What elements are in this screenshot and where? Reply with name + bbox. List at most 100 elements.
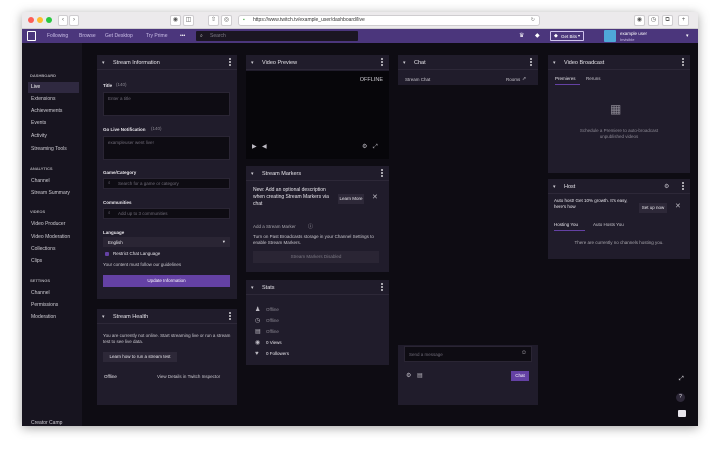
notifications-icon[interactable]: ◆: [535, 32, 540, 39]
panel-menu-icon[interactable]: [682, 58, 684, 66]
stream-health-panel: ▾ Stream Health You are currently not on…: [97, 309, 237, 405]
collapse-caret-icon[interactable]: ▾: [553, 60, 556, 66]
emote-icon[interactable]: ☺: [521, 350, 527, 356]
popout-icon[interactable]: ⇗: [522, 76, 526, 82]
nav-browse[interactable]: Browse: [79, 33, 96, 39]
address-bar[interactable]: ▪ https://www.twitch.tv/example_user/das…: [238, 15, 540, 26]
panel-menu-icon[interactable]: [530, 58, 532, 66]
collapse-caret-icon[interactable]: ▾: [403, 60, 406, 66]
panel-menu-icon[interactable]: [381, 283, 383, 291]
tab-reruns[interactable]: Reruns: [586, 76, 601, 82]
setup-now-button[interactable]: Set up now: [639, 203, 667, 213]
minimize-window-button[interactable]: [37, 17, 43, 23]
nav-following[interactable]: Following: [47, 33, 68, 39]
sidebar-item-moderation[interactable]: Moderation: [28, 312, 79, 323]
sidebar-item-clips[interactable]: Clips: [28, 256, 79, 267]
sidebar-item-channel-analytics[interactable]: Channel: [28, 176, 79, 187]
chat-placeholder: Send a message: [409, 352, 443, 357]
panel-menu-icon[interactable]: [229, 58, 231, 66]
communities-input[interactable]: ⌕ Add up to 3 communities: [103, 208, 230, 219]
collapse-caret-icon[interactable]: ▾: [251, 171, 254, 177]
rooms-button[interactable]: Rooms: [506, 77, 520, 83]
extension-icon[interactable]: ◎: [221, 15, 232, 26]
help-icon[interactable]: ?: [676, 393, 685, 402]
new-tab-button[interactable]: +: [678, 15, 689, 26]
sidebar-item-extensions[interactable]: Extensions: [28, 94, 79, 105]
collapse-caret-icon[interactable]: ▾: [251, 285, 254, 291]
panel-menu-icon[interactable]: [682, 182, 684, 190]
volume-icon[interactable]: ◀: [262, 144, 267, 150]
username[interactable]: example user: [620, 31, 647, 36]
sidebar-item-collections[interactable]: Collections: [28, 244, 79, 255]
user-menu-chevron-icon[interactable]: ▾: [686, 33, 689, 39]
restrict-chat-checkbox[interactable]: [105, 252, 109, 256]
host-settings-gear-icon[interactable]: ⚙: [664, 184, 669, 190]
search-input[interactable]: ⌕ Search: [196, 31, 358, 41]
maximize-window-button[interactable]: [46, 17, 52, 23]
sidebar-item-streaming-tools[interactable]: Streaming Tools: [28, 144, 79, 155]
tab-hosting-you[interactable]: Hosting You: [554, 222, 578, 228]
chat-panel: ▾ Chat Stream Chat Rooms ⇗ Send a messag…: [398, 55, 538, 405]
sidebar-item-video-moderation[interactable]: Video Moderation: [28, 232, 79, 243]
sidebar-item-achievements[interactable]: Achievements: [28, 106, 79, 117]
chat-message-input[interactable]: Send a message ☺: [404, 346, 532, 362]
chat-bubble-icon[interactable]: [678, 410, 686, 417]
premiere-message: Schedule a Premiere to auto-broadcast un…: [579, 128, 659, 139]
reload-icon[interactable]: ↻: [531, 16, 535, 25]
panel-menu-icon[interactable]: [381, 58, 383, 66]
sidebar-item-permissions[interactable]: Permissions: [28, 300, 79, 311]
collapse-caret-icon[interactable]: ▾: [102, 314, 105, 320]
update-information-button[interactable]: Update Information: [103, 275, 230, 287]
title-label: Title: [103, 83, 113, 88]
get-bits-button[interactable]: ◆ Get Bits ▾: [550, 31, 584, 41]
collapse-caret-icon[interactable]: ▾: [553, 184, 556, 190]
close-icon[interactable]: ✕: [675, 203, 681, 210]
title-input[interactable]: Enter a title: [103, 92, 230, 116]
nav-try-prime[interactable]: Try Prime: [146, 33, 167, 39]
viewer-list-icon[interactable]: ▤: [417, 373, 423, 379]
history-icon[interactable]: ◷: [648, 15, 659, 26]
twitch-inspector-link[interactable]: View Details in Twitch Inspector: [157, 374, 220, 380]
forward-button[interactable]: ›: [69, 15, 79, 26]
avatar[interactable]: [604, 30, 616, 42]
panel-menu-icon[interactable]: [381, 169, 383, 177]
sidebar-item-channel-settings[interactable]: Channel: [28, 288, 79, 299]
tabs-icon[interactable]: ⧉: [662, 15, 673, 26]
security-icon[interactable]: ◉: [170, 15, 181, 26]
settings-gear-icon[interactable]: ⚙: [362, 144, 367, 150]
sidebar-item-activity[interactable]: Activity: [28, 131, 79, 142]
reader-icon[interactable]: ◫: [183, 15, 194, 26]
sidebar-item-creator-camp[interactable]: Creator Camp: [28, 418, 79, 426]
chat-send-button[interactable]: Chat: [511, 371, 529, 381]
sidebar-item-stream-summary[interactable]: Stream Summary: [28, 188, 79, 199]
learn-more-button[interactable]: Learn More: [338, 194, 364, 204]
collapse-caret-icon[interactable]: ▾: [251, 60, 254, 66]
tab-premieres[interactable]: Premieres: [555, 76, 576, 82]
layout-expand-icon[interactable]: ⤢: [679, 376, 684, 382]
twitch-logo-icon[interactable]: [27, 31, 36, 41]
game-search-input[interactable]: ⌕ Search for a game or category: [103, 178, 230, 189]
panel-header: ▾ Stream Information: [97, 55, 237, 70]
learn-stream-test-button[interactable]: Learn how to run a stream test: [103, 352, 177, 362]
close-icon[interactable]: ✕: [372, 194, 378, 201]
play-icon[interactable]: ▶: [252, 144, 257, 150]
panel-menu-icon[interactable]: [229, 312, 231, 320]
chat-settings-gear-icon[interactable]: ⚙: [406, 373, 411, 379]
fullscreen-icon[interactable]: ⤢: [373, 144, 378, 150]
crown-icon[interactable]: ♛: [519, 32, 524, 39]
nav-get-desktop[interactable]: Get Desktop: [105, 33, 133, 39]
notification-input[interactable]: exampleuser went live!: [103, 136, 230, 160]
tab-auto-hosts-you[interactable]: Auto Hosts You: [593, 222, 624, 228]
back-button[interactable]: ‹: [58, 15, 68, 26]
close-window-button[interactable]: [28, 17, 34, 23]
video-player[interactable]: OFFLINE ▶ ◀ ⚙ ⤢: [246, 71, 389, 159]
share-icon[interactable]: ⇧: [208, 15, 219, 26]
browser-toolbar: ‹ › ◉ ◫ ⇧ ◎ ▪ https://www.twitch.tv/exam…: [22, 12, 698, 29]
collapse-caret-icon[interactable]: ▾: [102, 60, 105, 66]
nav-more-button[interactable]: •••: [180, 33, 185, 39]
sidebar-item-live[interactable]: Live: [28, 82, 79, 93]
sidebar-item-events[interactable]: Events: [28, 118, 79, 129]
sidebar-item-video-producer[interactable]: Video Producer: [28, 219, 79, 230]
downloads-icon[interactable]: ◉: [634, 15, 645, 26]
language-select[interactable]: English ▾: [103, 237, 230, 247]
